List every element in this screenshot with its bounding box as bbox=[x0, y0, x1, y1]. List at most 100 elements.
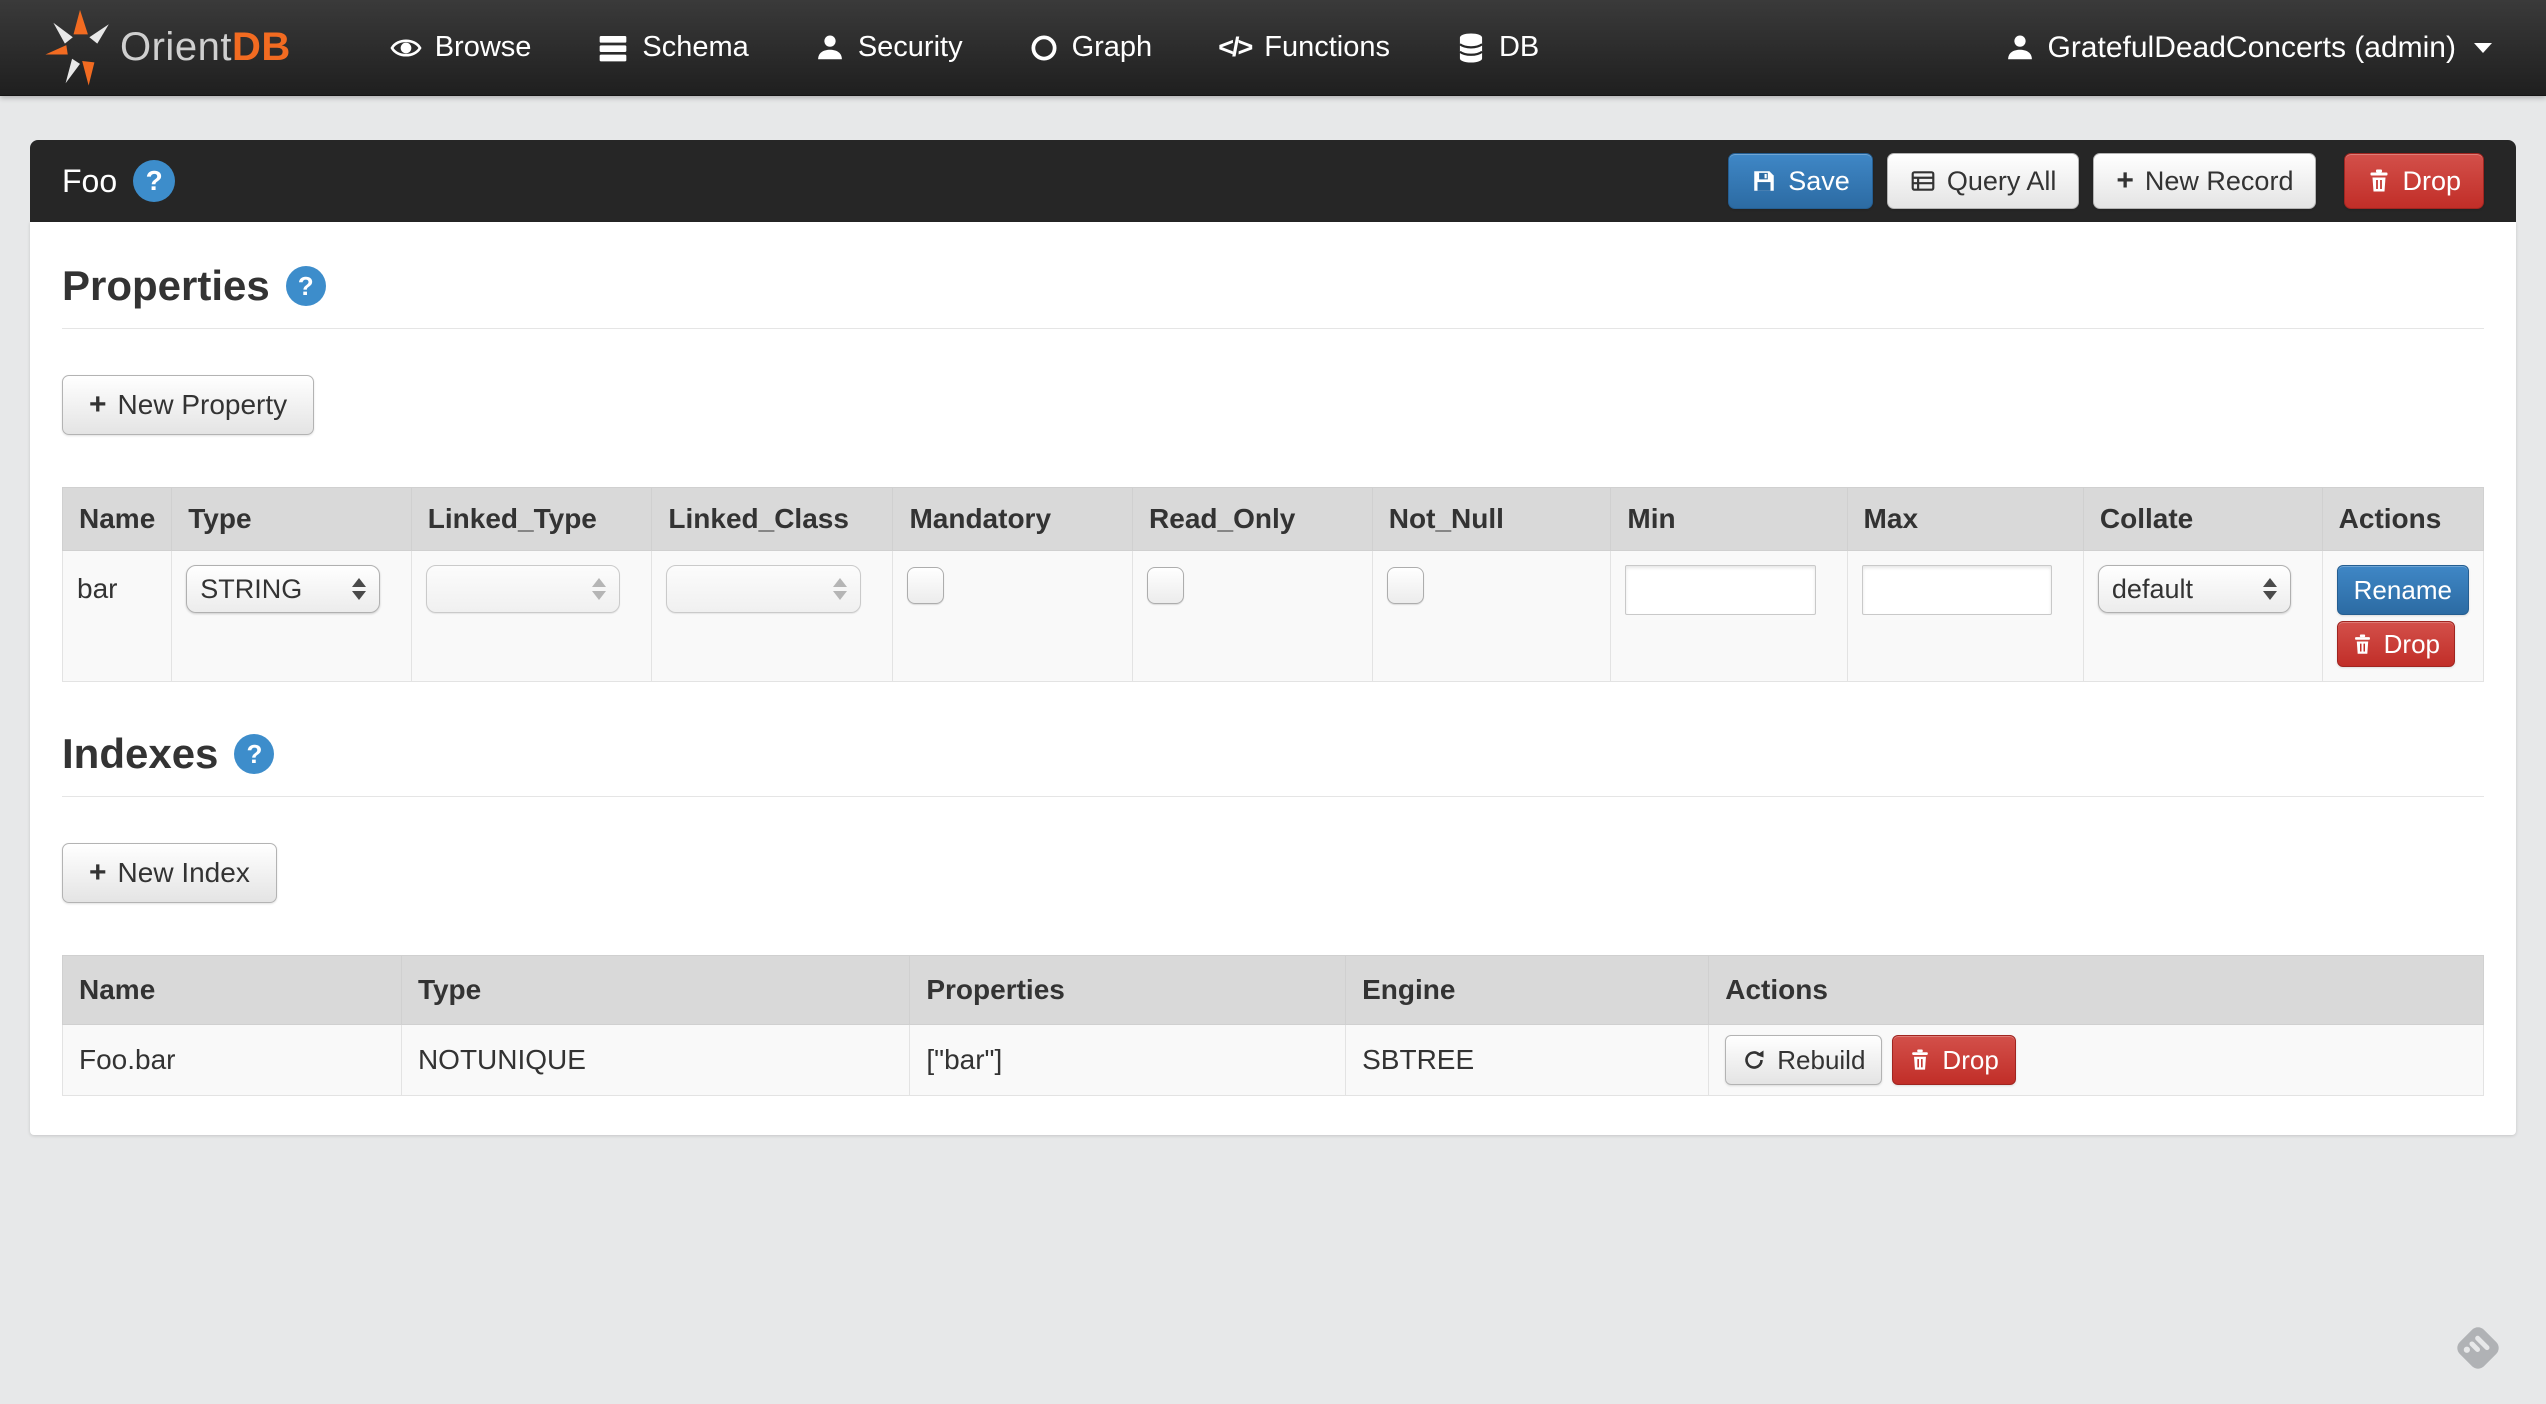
select-arrows-icon bbox=[833, 578, 847, 600]
list-icon bbox=[1910, 168, 1936, 194]
nav-label: Functions bbox=[1264, 31, 1390, 64]
read-only-checkbox[interactable] bbox=[1147, 567, 1184, 604]
nav-item-graph[interactable]: Graph bbox=[996, 0, 1186, 96]
col-header-index-type: Type bbox=[401, 956, 909, 1025]
new-index-button[interactable]: + New Index bbox=[62, 843, 277, 903]
not-null-checkbox[interactable] bbox=[1387, 567, 1424, 604]
select-arrows-icon bbox=[2263, 578, 2277, 600]
index-name-cell: Foo.bar bbox=[63, 1025, 402, 1096]
divider bbox=[62, 796, 2484, 797]
index-properties: ["bar"] bbox=[926, 1044, 1002, 1075]
top-navbar: OrientDB Browse Schema Security Graph bbox=[0, 0, 2546, 96]
col-header-type: Type bbox=[172, 488, 412, 551]
divider bbox=[62, 328, 2484, 329]
nav-label: Security bbox=[858, 31, 963, 64]
drop-property-label: Drop bbox=[2384, 629, 2440, 660]
indexes-header-row: Name Type Properties Engine Actions bbox=[63, 956, 2484, 1025]
index-type-cell: NOTUNIQUE bbox=[401, 1025, 909, 1096]
feedly-overlay-icon[interactable] bbox=[2448, 1318, 2508, 1378]
class-title: Foo bbox=[62, 163, 117, 200]
nav-item-functions[interactable]: </> Functions bbox=[1185, 0, 1423, 96]
nav-label: Graph bbox=[1072, 31, 1153, 64]
drop-index-label: Drop bbox=[1942, 1045, 1998, 1076]
new-record-button[interactable]: + New Record bbox=[2093, 153, 2316, 209]
trash-icon bbox=[2367, 168, 2391, 194]
query-all-button-label: Query All bbox=[1947, 166, 2057, 197]
type-select-value: STRING bbox=[200, 574, 302, 605]
mandatory-checkbox[interactable] bbox=[907, 567, 944, 604]
eye-icon bbox=[390, 32, 422, 64]
col-header-actions: Actions bbox=[2322, 488, 2483, 551]
circle-icon bbox=[1029, 33, 1059, 63]
query-all-button[interactable]: Query All bbox=[1887, 153, 2080, 209]
user-icon bbox=[815, 33, 845, 63]
drop-class-button-label: Drop bbox=[2402, 166, 2461, 197]
indexes-table: Name Type Properties Engine Actions Foo.… bbox=[62, 955, 2484, 1096]
index-type: NOTUNIQUE bbox=[418, 1044, 586, 1075]
plus-icon: + bbox=[89, 858, 107, 888]
orientdb-logo[interactable]: OrientDB bbox=[44, 6, 291, 90]
save-icon bbox=[1751, 168, 1777, 194]
index-row: Foo.bar NOTUNIQUE ["bar"] SBTREE Rebuild bbox=[63, 1025, 2484, 1096]
rebuild-index-button[interactable]: Rebuild bbox=[1725, 1035, 1882, 1085]
property-row: bar STRING bbox=[63, 551, 2484, 682]
collate-select[interactable]: default bbox=[2098, 565, 2291, 613]
nav-label: Schema bbox=[642, 31, 748, 64]
index-properties-cell: ["bar"] bbox=[910, 1025, 1346, 1096]
class-help-icon[interactable]: ? bbox=[133, 160, 175, 202]
nav-label: Browse bbox=[435, 31, 532, 64]
trash-icon bbox=[2352, 633, 2373, 656]
refresh-icon bbox=[1742, 1048, 1766, 1072]
save-button[interactable]: Save bbox=[1728, 153, 1873, 209]
property-mandatory-cell bbox=[893, 551, 1133, 682]
select-arrows-icon bbox=[592, 578, 606, 600]
properties-table: Name Type Linked_Type Linked_Class Manda… bbox=[62, 487, 2484, 682]
rename-property-button[interactable]: Rename bbox=[2337, 565, 2469, 615]
col-header-read-only: Read_Only bbox=[1133, 488, 1373, 551]
select-arrows-icon bbox=[352, 578, 366, 600]
properties-header-row: Name Type Linked_Type Linked_Class Manda… bbox=[63, 488, 2484, 551]
type-select[interactable]: STRING bbox=[186, 565, 380, 613]
nav-item-db[interactable]: DB bbox=[1423, 0, 1572, 96]
property-not-null-cell bbox=[1372, 551, 1611, 682]
col-header-index-engine: Engine bbox=[1346, 956, 1709, 1025]
property-collate-cell: default bbox=[2083, 551, 2322, 682]
new-property-button[interactable]: + New Property bbox=[62, 375, 314, 435]
properties-heading-label: Properties bbox=[62, 262, 270, 310]
index-engine-cell: SBTREE bbox=[1346, 1025, 1709, 1096]
nav-item-security[interactable]: Security bbox=[782, 0, 996, 96]
drop-property-button[interactable]: Drop bbox=[2337, 621, 2455, 667]
drop-index-button[interactable]: Drop bbox=[1892, 1035, 2015, 1085]
nav-item-browse[interactable]: Browse bbox=[357, 0, 565, 96]
nav-menu: Browse Schema Security Graph </> Functio… bbox=[357, 0, 1573, 96]
col-header-max: Max bbox=[1847, 488, 2083, 551]
property-name-cell: bar bbox=[63, 551, 172, 682]
linked-class-select[interactable] bbox=[666, 565, 861, 613]
max-input[interactable] bbox=[1862, 565, 2053, 615]
col-header-min: Min bbox=[1611, 488, 1847, 551]
property-linked-type-cell bbox=[411, 551, 652, 682]
new-record-button-label: New Record bbox=[2145, 166, 2294, 197]
indexes-help-icon[interactable]: ? bbox=[234, 734, 274, 774]
index-engine: SBTREE bbox=[1362, 1044, 1474, 1075]
indexes-heading-label: Indexes bbox=[62, 730, 218, 778]
property-read-only-cell bbox=[1133, 551, 1373, 682]
property-min-cell bbox=[1611, 551, 1847, 682]
new-property-button-label: New Property bbox=[118, 389, 288, 421]
index-name: Foo.bar bbox=[79, 1044, 176, 1075]
user-menu[interactable]: GratefulDeadConcerts (admin) bbox=[1995, 0, 2502, 96]
orientdb-star-icon bbox=[44, 6, 116, 90]
database-icon bbox=[1456, 32, 1486, 64]
trash-icon bbox=[1909, 1048, 1931, 1072]
property-linked-class-cell bbox=[652, 551, 893, 682]
drop-class-button[interactable]: Drop bbox=[2344, 153, 2484, 209]
linked-type-select[interactable] bbox=[426, 565, 621, 613]
nav-item-schema[interactable]: Schema bbox=[564, 0, 781, 96]
properties-help-icon[interactable]: ? bbox=[286, 266, 326, 306]
index-actions-cell: Rebuild Drop bbox=[1709, 1025, 2484, 1096]
schema-icon bbox=[597, 32, 629, 64]
min-input[interactable] bbox=[1625, 565, 1816, 615]
properties-heading: Properties ? bbox=[62, 262, 2484, 310]
col-header-collate: Collate bbox=[2083, 488, 2322, 551]
col-header-index-name: Name bbox=[63, 956, 402, 1025]
